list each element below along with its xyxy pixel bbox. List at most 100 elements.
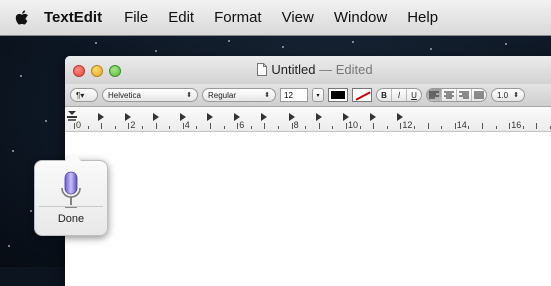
tab-stop-marker[interactable] xyxy=(261,113,268,121)
text-color-fill xyxy=(331,91,345,99)
edited-indicator[interactable]: — Edited xyxy=(319,62,372,77)
justify-icon xyxy=(474,91,484,99)
ruler[interactable]: 0 2 4 6 8 10 12 14 16 xyxy=(65,107,551,132)
menu-help[interactable]: Help xyxy=(407,9,438,26)
align-left-button[interactable] xyxy=(427,89,442,101)
ruler-label: 2 xyxy=(130,120,136,130)
text-style-buttons: B I U xyxy=(376,88,422,102)
ruler-tick xyxy=(142,126,143,129)
ruler-tick xyxy=(155,123,157,129)
ruler-tick xyxy=(264,123,266,129)
star xyxy=(282,46,284,48)
ruler-tick xyxy=(318,123,320,129)
tab-stop-marker[interactable] xyxy=(315,113,322,121)
ruler-tick xyxy=(291,123,293,129)
ruler-label: 10 xyxy=(348,120,359,130)
font-family-popup[interactable]: Helvetica ⬍ xyxy=(102,88,198,102)
ruler-tick xyxy=(114,126,116,129)
ruler-tick xyxy=(522,126,524,129)
done-button[interactable]: Done xyxy=(39,206,103,231)
font-size-value: 12 xyxy=(284,90,293,100)
ruler-label: 8 xyxy=(293,120,299,130)
justify-button[interactable] xyxy=(472,89,486,101)
menu-edit[interactable]: Edit xyxy=(168,9,194,26)
line-spacing-label: 1.0 xyxy=(497,90,509,100)
document-icon xyxy=(257,63,268,79)
bold-button[interactable]: B xyxy=(377,89,392,101)
ruler-tick xyxy=(359,126,361,129)
ruler-tick xyxy=(182,123,184,129)
ruler-tick xyxy=(346,123,347,129)
star xyxy=(352,41,354,43)
tab-stop-marker[interactable] xyxy=(98,113,105,121)
font-style-label: Regular xyxy=(208,90,237,100)
tab-stop-marker[interactable] xyxy=(207,113,213,121)
star xyxy=(505,43,507,45)
align-center-button[interactable] xyxy=(442,89,457,101)
star xyxy=(8,245,10,247)
ruler-label: 4 xyxy=(184,120,190,130)
ruler-tick xyxy=(536,123,538,129)
star xyxy=(30,210,32,212)
underline-button[interactable]: U xyxy=(407,89,421,101)
format-bar: ¶▾ Helvetica ⬍ Regular ⬍ 12 ▾ B I U 1.0 … xyxy=(65,84,551,107)
popup-arrows-icon: ⬍ xyxy=(513,92,519,99)
ruler-tick xyxy=(400,123,402,129)
menu-file[interactable]: File xyxy=(124,9,148,26)
ruler-tick xyxy=(223,126,225,129)
tab-stop-marker[interactable] xyxy=(152,113,159,121)
ruler-tick xyxy=(482,123,483,129)
menu-bar: TextEdit File Edit Format View Window He… xyxy=(0,0,551,36)
text-color-well[interactable] xyxy=(328,88,348,102)
ruler-tick xyxy=(74,123,75,129)
font-size-field[interactable]: 12 xyxy=(280,88,308,102)
star xyxy=(20,75,22,77)
align-left-icon xyxy=(429,91,439,99)
star xyxy=(155,50,157,52)
apple-logo-icon[interactable] xyxy=(0,9,44,26)
menu-format[interactable]: Format xyxy=(214,9,262,26)
ruler-tick xyxy=(468,126,470,129)
ruler-tick xyxy=(427,123,429,129)
star xyxy=(228,40,230,42)
popover-pointer xyxy=(65,152,81,161)
dictation-popover: Done xyxy=(34,152,108,236)
paragraph-style-popup[interactable]: ¶▾ xyxy=(70,88,98,102)
ruler-label: 14 xyxy=(456,120,467,130)
paragraph-style-label: ¶▾ xyxy=(76,90,85,100)
ruler-tick xyxy=(196,126,198,129)
font-style-popup[interactable]: Regular ⬍ xyxy=(202,88,276,102)
chevron-down-icon: ▾ xyxy=(316,92,320,99)
title-bar[interactable]: Untitled — Edited xyxy=(65,56,551,84)
ruler-tick xyxy=(169,126,171,129)
ruler-tick xyxy=(509,123,511,129)
ruler-tick xyxy=(495,126,497,129)
ruler-tick xyxy=(250,126,252,129)
line-spacing-popup[interactable]: 1.0 ⬍ xyxy=(491,88,525,102)
align-right-button[interactable] xyxy=(457,89,472,101)
ruler-tick xyxy=(101,123,103,129)
document-text-area[interactable] xyxy=(65,154,551,286)
alignment-buttons xyxy=(426,88,487,102)
star xyxy=(12,150,14,152)
font-family-label: Helvetica xyxy=(108,90,141,100)
highlight-color-well[interactable] xyxy=(352,88,372,102)
ruler-tick xyxy=(128,123,130,129)
font-size-dropdown[interactable]: ▾ xyxy=(312,88,324,102)
no-color-icon xyxy=(355,91,371,101)
ruler-tick xyxy=(386,126,388,129)
menu-window[interactable]: Window xyxy=(334,9,387,26)
menu-app-name[interactable]: TextEdit xyxy=(44,9,102,26)
tab-stop-marker[interactable] xyxy=(370,113,377,121)
ruler-tick xyxy=(332,126,334,129)
ruler-tick xyxy=(278,126,279,129)
menu-view[interactable]: View xyxy=(282,9,314,26)
ruler-tick xyxy=(373,123,375,129)
italic-button[interactable]: I xyxy=(392,89,407,101)
microphone-icon xyxy=(61,171,81,208)
star xyxy=(95,42,97,44)
popup-arrows-icon: ⬍ xyxy=(264,92,270,99)
ruler-label: 6 xyxy=(239,120,245,130)
ruler-label: 0 xyxy=(76,120,82,130)
star xyxy=(430,48,432,50)
